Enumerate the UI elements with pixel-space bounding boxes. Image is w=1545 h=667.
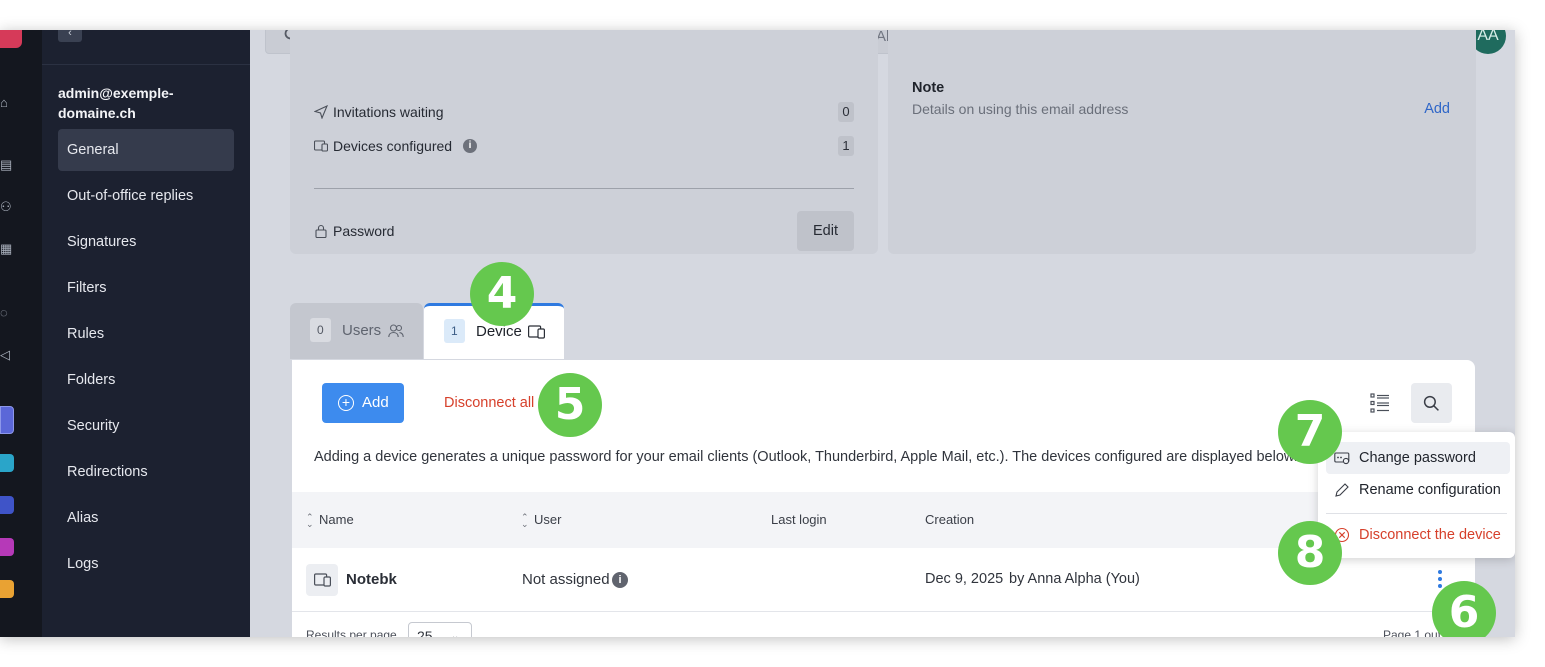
devices-count: 1 [838,136,854,156]
column-name-header[interactable]: ⌃ ⌄ Name [306,512,354,528]
menu-divider [1326,513,1507,514]
app-window: ⌂ ▤ ⚇ ▦ ◌ ◁ ‹ admin@exemple-domaine.ch G… [0,30,1515,637]
sort-icon: ⌃ ⌄ [521,511,529,529]
sidebar-item-rules[interactable]: Rules [58,313,234,355]
devices-label: Devices configured [333,138,453,154]
devices-icon [314,140,328,152]
device-user: Not assigned [522,571,610,588]
info-icon[interactable]: i [612,572,628,588]
invitations-count: 0 [838,102,854,122]
pencil-icon [1335,483,1349,497]
column-user-label: User [534,512,562,527]
support-icon[interactable]: ◌ [0,306,14,320]
building-icon[interactable]: ▤ [0,158,14,172]
table-footer: Results per page 25 ⌄ Page 1 out [292,612,1475,637]
step-marker-5: 5 [538,373,602,437]
search-icon [1423,395,1439,411]
sidebar-item-logs[interactable]: Logs [58,543,234,585]
rename-configuration-menu-item[interactable]: Rename configuration [1326,474,1510,506]
invitations-row: Invitations waiting 0 [314,101,854,123]
tab-users-label: Users [342,322,382,339]
disconnect-all-button[interactable]: Disconnect all [444,395,534,411]
sidebar-item-alias[interactable]: Alias [58,497,234,539]
note-description: Details on using this email address [912,101,1129,117]
step-marker-7: 7 [1278,400,1342,464]
column-user-header[interactable]: ⌃ ⌄ User [521,512,561,528]
note-title: Note [912,80,945,96]
account-email: admin@exemple-domaine.ch [58,85,174,121]
device-creation-date: Dec 9, 2025 [925,571,1004,587]
collapse-sidebar-button[interactable]: ‹ [58,30,82,42]
sort-icon: ⌃ ⌄ [306,511,314,529]
settings-sidebar: ‹ admin@exemple-domaine.ch General Out-o… [42,30,250,637]
device-name: Notebk [346,571,397,588]
summary-row-partial [314,30,854,36]
users-icon[interactable]: ⚇ [0,200,14,214]
sidebar-item-folders[interactable]: Folders [58,359,234,401]
note-card: Note Details on using this email address… [888,30,1476,254]
results-per-page-value: 25 [417,628,433,637]
sidebar-item-security[interactable]: Security [58,405,234,447]
device-count-badge: 1 [444,319,465,343]
app-logo[interactable] [0,30,22,48]
column-name-label: Name [319,512,354,527]
password-label: Password [333,223,395,239]
step-marker-8: 8 [1278,521,1342,585]
column-creation-header: Creation [925,512,975,527]
column-last-login-header: Last login [771,512,827,527]
sidebar-item-redirections[interactable]: Redirections [58,451,234,493]
plus-circle-icon: + [338,395,354,411]
tab-users[interactable]: 0 Users [290,303,423,359]
lock-icon [315,224,327,238]
results-per-page-label: Results per page [306,628,397,637]
sidebar-item-out-of-office[interactable]: Out-of-office replies [58,175,234,217]
mailbox-summary-card: Invitations waiting 0 Devices configured… [290,30,878,254]
sidebar-item-filters[interactable]: Filters [58,267,234,309]
devices-row: Devices configured i 1 [314,135,854,157]
device-icon [306,564,338,596]
step-marker-4: 4 [470,262,534,326]
results-per-page-select[interactable]: 25 ⌄ [408,622,472,637]
drive-app-icon[interactable] [0,454,14,472]
password-row: Password [314,220,854,242]
sidebar-item-signatures[interactable]: Signatures [58,221,234,263]
sidebar-divider [42,64,250,65]
summary-divider [314,188,854,189]
disconnect-device-menu-item[interactable]: Disconnect the device [1326,519,1510,551]
disconnect-device-label: Disconnect the device [1359,527,1501,543]
info-icon[interactable]: i [463,139,477,153]
app-rail: ⌂ ▤ ⚇ ▦ ◌ ◁ [0,30,42,637]
users-count-badge: 0 [310,318,331,342]
devices-help-text: Adding a device generates a unique passw… [314,449,1298,465]
key-icon [1334,452,1350,465]
meet-app-icon[interactable] [0,538,14,556]
mail-app-icon[interactable] [0,406,14,434]
step-marker-6: 6 [1432,581,1496,637]
device-context-menu: Change password Rename configuration Dis… [1318,432,1515,558]
add-device-button[interactable]: + Add [322,383,404,423]
add-device-label: Add [362,394,389,411]
add-note-link[interactable]: Add [1424,101,1450,117]
device-created-by: by Anna Alpha (You) [1009,571,1140,587]
sidebar-item-general[interactable]: General [58,129,234,171]
users-icon [388,324,404,338]
paper-plane-icon [314,105,328,119]
rename-configuration-label: Rename configuration [1359,482,1501,498]
change-password-label: Change password [1359,450,1476,466]
calendar-app-icon[interactable] [0,580,14,598]
list-view-icon[interactable] [1367,390,1393,416]
invoice-icon[interactable]: ▦ [0,242,14,256]
swiss-backup-app-icon[interactable] [0,496,14,514]
megaphone-icon[interactable]: ◁ [0,348,14,362]
devices-icon [528,325,545,339]
invitations-label: Invitations waiting [333,104,444,120]
home-icon[interactable]: ⌂ [0,96,14,110]
change-password-menu-item[interactable]: Change password [1326,442,1510,474]
edit-password-button[interactable]: Edit [797,211,854,251]
search-devices-button[interactable] [1411,383,1452,423]
chevron-down-icon: ⌄ [451,631,460,637]
pagination-info: Page 1 out [1383,628,1442,637]
